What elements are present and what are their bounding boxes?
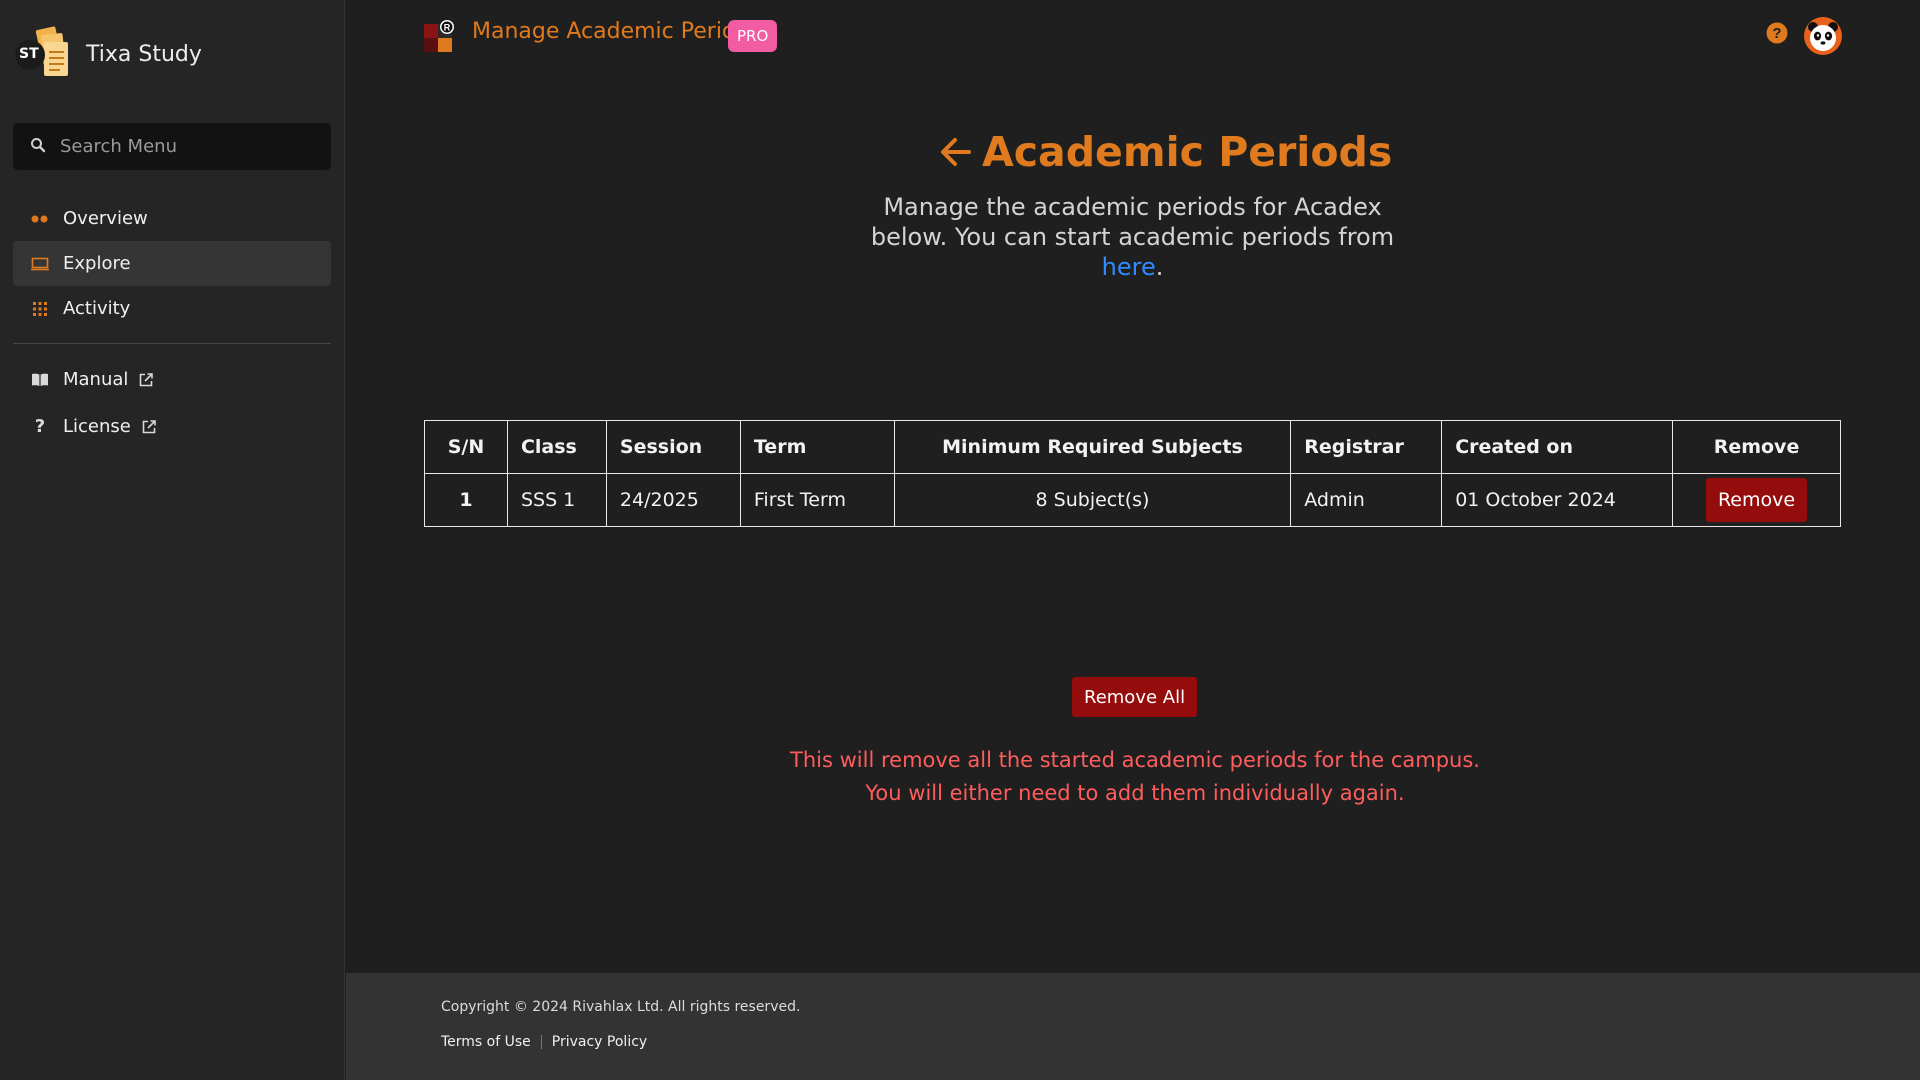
monitor-icon [30, 257, 50, 271]
start-periods-link[interactable]: here [1102, 253, 1156, 281]
nav-divider [13, 343, 331, 344]
cell-min-subjects: 8 Subject(s) [893, 473, 1292, 527]
question-icon: ? [34, 416, 46, 437]
col-header-created-on: Created on [1441, 420, 1674, 474]
search-icon [30, 137, 46, 157]
intro-text: Manage the academic periods for Acadex b… [870, 193, 1395, 251]
brand-logo: ST [14, 24, 76, 84]
col-header-registrar: Registrar [1290, 420, 1443, 474]
external-link-icon [141, 419, 157, 435]
cell-created-on: 01 October 2024 [1441, 473, 1674, 527]
col-header-min-subjects: Minimum Required Subjects [893, 420, 1292, 474]
search-box[interactable] [13, 123, 331, 170]
brand[interactable]: ST Tixa Study [14, 24, 202, 84]
secondary-nav: Manual ? License [13, 356, 331, 450]
col-header-session: Session [605, 420, 741, 474]
sidebar: ST Tixa Study Overview [0, 0, 345, 1080]
user-avatar[interactable] [1804, 17, 1842, 55]
table-row: 1 SSS 1 24/2025 First Term 8 Subject(s) … [424, 473, 1841, 527]
footer-divider [540, 1035, 542, 1049]
terms-link[interactable]: Terms of Use [441, 1034, 531, 1050]
pro-badge: PRO [728, 20, 778, 52]
page-title: Academic Periods [982, 128, 1393, 176]
nav-item-label: Overview [63, 208, 148, 229]
main-nav: Overview Explore Activity [13, 196, 331, 331]
intro-end: . [1155, 253, 1164, 281]
dots-icon [30, 214, 50, 224]
nav-item-label: Manual [63, 369, 129, 390]
nav-item-label: License [63, 416, 131, 437]
cell-sn: 1 [424, 473, 508, 527]
remove-all-button[interactable]: Remove All [1072, 677, 1198, 717]
table-header-row: S/N Class Session Term Minimum Required … [424, 420, 1841, 474]
col-header-sn: S/N [424, 420, 508, 474]
warning-line-1: This will remove all the started academi… [790, 748, 1480, 772]
footer-links: Terms of Use Privacy Policy [441, 1034, 647, 1050]
footer: Copyright © 2024 Rivahlax Ltd. All right… [346, 973, 1920, 1080]
col-header-remove: Remove [1672, 420, 1841, 474]
svg-text:?: ? [1772, 25, 1781, 42]
cell-remove: Remove [1672, 473, 1841, 527]
remove-button[interactable]: Remove [1705, 478, 1808, 522]
app-logo-icon: R [424, 20, 456, 52]
brand-initials: ST [19, 46, 39, 62]
cell-term: First Term [739, 473, 895, 527]
warning-line-2: You will either need to add them individ… [865, 781, 1405, 805]
nav-item-label: Activity [63, 298, 131, 319]
remove-all-warning: This will remove all the started academi… [760, 744, 1510, 810]
grid-icon [30, 301, 50, 316]
cell-registrar: Admin [1290, 473, 1443, 527]
academic-periods-table: S/N Class Session Term Minimum Required … [424, 420, 1841, 527]
header-title: Manage Academic Period [472, 19, 750, 44]
back-arrow-icon[interactable] [938, 134, 974, 170]
nav-item-manual[interactable]: Manual [13, 356, 331, 403]
nav-item-license[interactable]: ? License [13, 403, 331, 450]
copyright-text: Copyright © 2024 Rivahlax Ltd. All right… [441, 999, 801, 1015]
cell-class: SSS 1 [506, 473, 607, 527]
svg-text:R: R [444, 23, 451, 33]
external-link-icon [138, 372, 154, 388]
help-icon[interactable]: ? [1766, 22, 1788, 44]
col-header-class: Class [506, 420, 607, 474]
nav-item-activity[interactable]: Activity [13, 286, 331, 331]
page-intro: Manage the academic periods for Acadex b… [860, 192, 1405, 282]
privacy-link[interactable]: Privacy Policy [552, 1034, 647, 1050]
col-header-term: Term [739, 420, 895, 474]
nav-item-label: Explore [63, 253, 131, 274]
nav-item-explore[interactable]: Explore [13, 241, 331, 286]
cell-session: 24/2025 [605, 473, 741, 527]
page-heading: Academic Periods [938, 128, 1392, 176]
book-icon [30, 373, 50, 387]
brand-name: Tixa Study [86, 41, 202, 67]
nav-item-overview[interactable]: Overview [13, 196, 331, 241]
search-input[interactable] [60, 136, 310, 157]
